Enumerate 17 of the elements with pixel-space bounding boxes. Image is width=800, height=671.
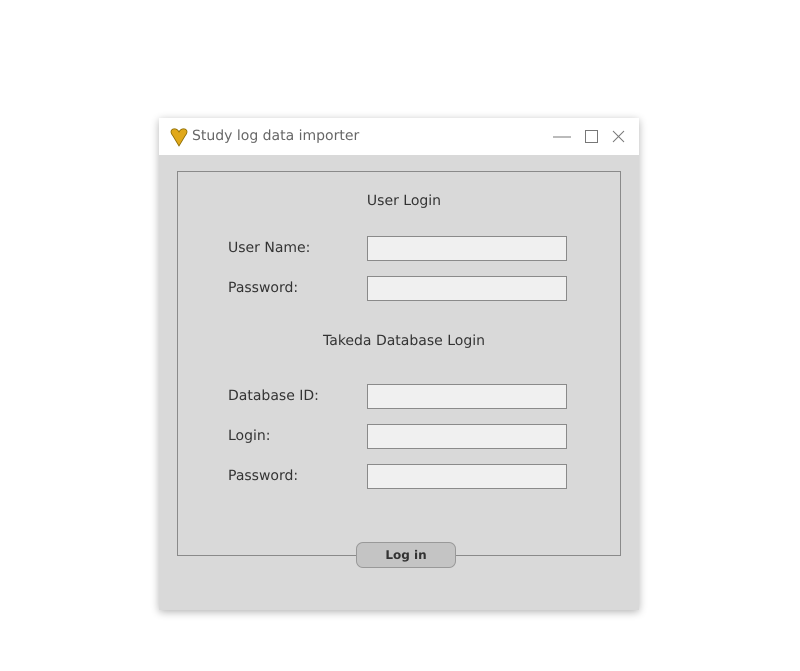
close-icon[interactable] <box>612 130 625 143</box>
app-logo-icon <box>169 126 189 146</box>
input-field[interactable] <box>367 236 567 261</box>
input-field[interactable] <box>367 384 567 409</box>
input-field[interactable] <box>367 464 567 489</box>
input-field[interactable] <box>367 276 567 301</box>
login-button[interactable]: Log in <box>356 542 456 568</box>
field-label: User Name: <box>228 239 312 258</box>
maximize-icon[interactable] <box>585 130 598 143</box>
input-field[interactable] <box>367 424 567 449</box>
section-heading: Takeda Database Login <box>323 332 485 351</box>
section-heading: User Login <box>366 192 442 211</box>
field-label: Password: <box>228 467 300 486</box>
window-title: Study log data importer <box>192 127 360 146</box>
field-label: Database ID: <box>228 387 320 406</box>
field-label: Login: <box>228 427 272 446</box>
field-label: Password: <box>228 279 300 298</box>
